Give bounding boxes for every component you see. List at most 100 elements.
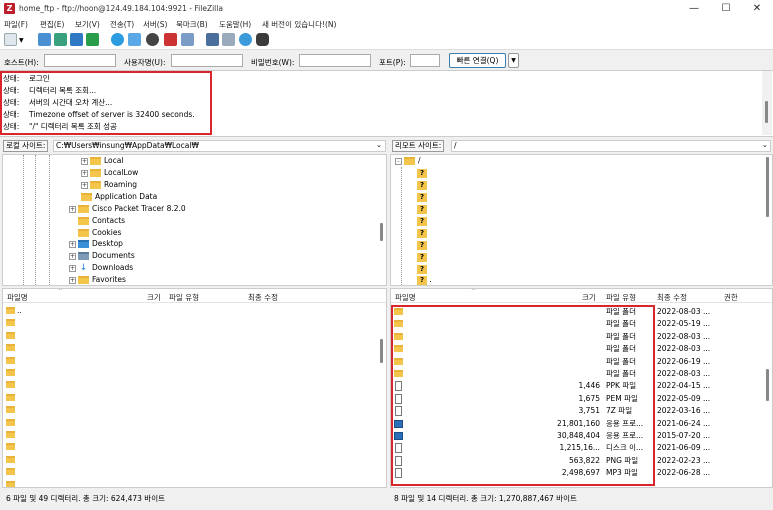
column-size[interactable]: 크기 xyxy=(582,292,596,303)
menu-help[interactable]: 도움말(H) xyxy=(219,19,251,30)
process-queue-icon[interactable] xyxy=(128,33,141,46)
menu-transfer[interactable]: 전송(T) xyxy=(110,19,134,30)
chevron-down-icon[interactable]: ⌄ xyxy=(762,141,768,149)
tree-item-cisco[interactable]: + Cisco Packet Tracer 8.2.0 xyxy=(69,203,186,215)
site-manager-icon[interactable] xyxy=(4,33,17,46)
column-name[interactable]: 파일명 xyxy=(7,292,28,303)
folder-icon xyxy=(6,431,15,438)
tree-item-unknown[interactable]: ? xyxy=(417,251,427,263)
compare-icon[interactable] xyxy=(239,33,252,46)
username-input[interactable] xyxy=(171,54,243,67)
menu-new-version[interactable]: 새 버전이 있습니다!(N) xyxy=(262,19,336,30)
remote-status: 8 파일 및 14 디렉터리. 총 크기: 1,270,887,467 바이트 xyxy=(394,494,577,503)
tree-item-local[interactable]: + Local xyxy=(81,155,123,167)
port-input[interactable] xyxy=(410,54,440,67)
search-icon[interactable] xyxy=(222,33,235,46)
column-modified[interactable]: 최종 수정 xyxy=(248,292,278,303)
remote-tree-toggle-icon[interactable] xyxy=(70,33,83,46)
local-tree-toggle-icon[interactable] xyxy=(54,33,67,46)
column-type[interactable]: 파일 유형 xyxy=(606,292,636,303)
tree-item-unknown[interactable]: ? xyxy=(417,179,427,191)
list-item[interactable] xyxy=(3,367,373,379)
tree-item-unknown[interactable]: ? xyxy=(417,215,427,227)
list-item[interactable] xyxy=(3,342,373,354)
tree-item-application-data[interactable]: Application Data xyxy=(81,191,157,203)
remote-site-path[interactable]: / xyxy=(451,140,771,152)
column-name[interactable]: 파일명 xyxy=(395,292,416,303)
filter-icon[interactable] xyxy=(206,33,219,46)
menu-file[interactable]: 파일(F) xyxy=(4,19,28,30)
remote-list-scrollbar[interactable] xyxy=(763,303,772,487)
quickconnect-dropdown-icon[interactable]: ▼ xyxy=(508,53,519,68)
file-modified: 2022-08-03 ... xyxy=(657,331,711,341)
tree-item-unknown[interactable]: ? xyxy=(417,191,427,203)
transfer-queue-toggle-icon[interactable] xyxy=(86,33,99,46)
disconnect-icon[interactable] xyxy=(164,33,177,46)
tree-item-downloads[interactable]: + ↓ Downloads xyxy=(69,262,133,274)
chevron-down-icon[interactable]: ▼ xyxy=(19,37,24,44)
tree-item-locallow[interactable]: + LocalLow xyxy=(81,167,138,179)
local-tree-scrollbar[interactable] xyxy=(377,155,386,285)
password-input[interactable] xyxy=(299,54,371,67)
menu-bookmark[interactable]: 북마크(B) xyxy=(176,19,208,30)
maximize-button[interactable]: ☐ xyxy=(710,0,742,18)
log-scrollbar[interactable] xyxy=(762,71,772,135)
list-item[interactable] xyxy=(3,479,373,487)
host-input[interactable] xyxy=(44,54,116,67)
quickconnect-button[interactable]: 빠른 연결(Q) xyxy=(449,53,506,68)
list-item[interactable] xyxy=(3,466,373,478)
menu-server[interactable]: 서버(S) xyxy=(143,19,167,30)
sort-asc-icon: ^ xyxy=(471,288,477,295)
tree-item-favorites[interactable]: + Favorites xyxy=(69,274,126,285)
column-modified[interactable]: 최종 수정 xyxy=(657,292,687,303)
tree-item-root[interactable]: - / xyxy=(395,155,421,167)
binoculars-icon[interactable] xyxy=(256,33,269,46)
toolbar: ▼ xyxy=(0,30,773,50)
list-item[interactable] xyxy=(3,454,373,466)
minimize-button[interactable]: — xyxy=(678,0,710,18)
column-type[interactable]: 파일 유형 xyxy=(169,292,199,303)
message-log-toggle-icon[interactable] xyxy=(38,33,51,46)
folder-icon xyxy=(6,381,15,389)
tree-item-contacts[interactable]: Contacts xyxy=(78,215,125,227)
unknown-folder-icon: ? xyxy=(417,252,427,262)
folder-icon xyxy=(90,169,101,177)
unknown-folder-icon: ? xyxy=(417,275,427,285)
chevron-down-icon[interactable]: ⌄ xyxy=(376,141,382,149)
list-item[interactable] xyxy=(3,417,373,429)
tree-item-unknown[interactable]: ? xyxy=(417,239,427,251)
list-item[interactable] xyxy=(3,441,373,453)
tree-item-unknown[interactable]: ? . xyxy=(417,274,432,285)
tree-item-desktop[interactable]: + Desktop xyxy=(69,238,123,250)
close-button[interactable]: ✕ xyxy=(741,0,773,18)
list-item[interactable]: .. xyxy=(3,305,373,317)
list-item[interactable] xyxy=(3,355,373,367)
list-item[interactable] xyxy=(3,330,373,342)
local-directory-tree: + Local + LocalLow + Roaming Application Da… xyxy=(2,154,387,286)
list-item[interactable] xyxy=(3,404,373,416)
tree-item-unknown[interactable]: ? xyxy=(417,227,427,239)
local-list-scrollbar[interactable] xyxy=(377,303,386,487)
folder-icon xyxy=(78,229,89,237)
tree-item-unknown[interactable]: ? xyxy=(417,203,427,215)
tree-item-unknown[interactable]: ? xyxy=(417,167,427,179)
local-site-path[interactable]: C:₩Users₩insung₩AppData₩Local₩ xyxy=(53,140,386,152)
list-item[interactable] xyxy=(3,379,373,391)
remote-tree-scrollbar[interactable] xyxy=(763,155,772,285)
cancel-icon[interactable] xyxy=(146,33,159,46)
unknown-folder-icon: ? xyxy=(417,240,427,250)
tree-item-documents[interactable]: + Documents xyxy=(69,250,135,262)
unknown-folder-icon: ? xyxy=(417,204,427,214)
menu-edit[interactable]: 편집(E) xyxy=(40,19,64,30)
refresh-icon[interactable] xyxy=(111,33,124,46)
reconnect-icon[interactable] xyxy=(181,33,194,46)
column-size[interactable]: 크기 xyxy=(147,292,161,303)
list-item[interactable] xyxy=(3,429,373,441)
menu-view[interactable]: 보기(V) xyxy=(75,19,100,30)
column-permissions[interactable]: 권한 xyxy=(724,292,738,303)
tree-item-roaming[interactable]: + Roaming xyxy=(81,179,137,191)
list-item[interactable] xyxy=(3,317,373,329)
list-item[interactable] xyxy=(3,392,373,404)
unknown-folder-icon: ? xyxy=(417,180,427,190)
folder-icon xyxy=(90,157,101,165)
